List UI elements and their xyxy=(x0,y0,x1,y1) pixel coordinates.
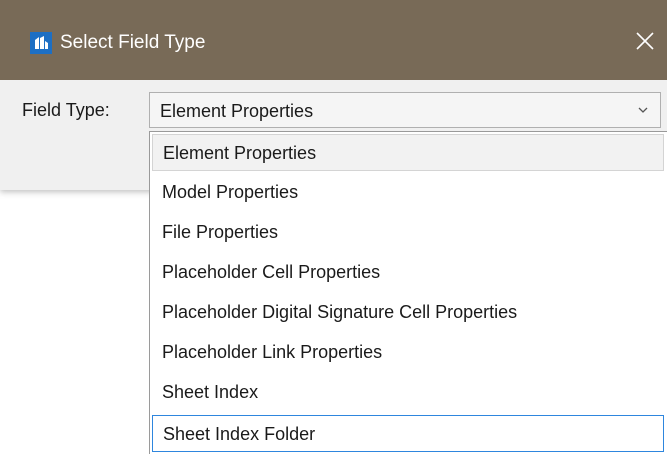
option-placeholder-link-properties[interactable]: Placeholder Link Properties xyxy=(152,334,664,371)
app-logo-icon xyxy=(30,32,52,54)
title-bar[interactable]: Select Field Type xyxy=(0,0,667,80)
dialog-title: Select Field Type xyxy=(60,32,206,53)
close-button[interactable] xyxy=(623,22,667,66)
field-type-combobox[interactable]: Element Properties xyxy=(149,92,661,128)
close-icon xyxy=(636,32,654,50)
field-type-selected-value: Element Properties xyxy=(160,101,314,121)
field-type-dropdown-list[interactable]: Element Properties Model Properties File… xyxy=(149,131,667,454)
screen: Select Field Type Field Type: Element Pr… xyxy=(0,0,667,454)
field-type-label: Field Type: xyxy=(22,100,110,120)
option-sheet-index-folder[interactable]: Sheet Index Folder xyxy=(152,415,664,452)
chevron-down-icon xyxy=(638,106,648,114)
option-file-properties[interactable]: File Properties xyxy=(152,214,664,251)
option-model-properties[interactable]: Model Properties xyxy=(152,174,664,211)
option-element-properties[interactable]: Element Properties xyxy=(152,134,664,171)
option-placeholder-digital-signature-cell-properties[interactable]: Placeholder Digital Signature Cell Prope… xyxy=(152,294,664,331)
option-placeholder-cell-properties[interactable]: Placeholder Cell Properties xyxy=(152,254,664,291)
option-sheet-index[interactable]: Sheet Index xyxy=(152,374,664,411)
